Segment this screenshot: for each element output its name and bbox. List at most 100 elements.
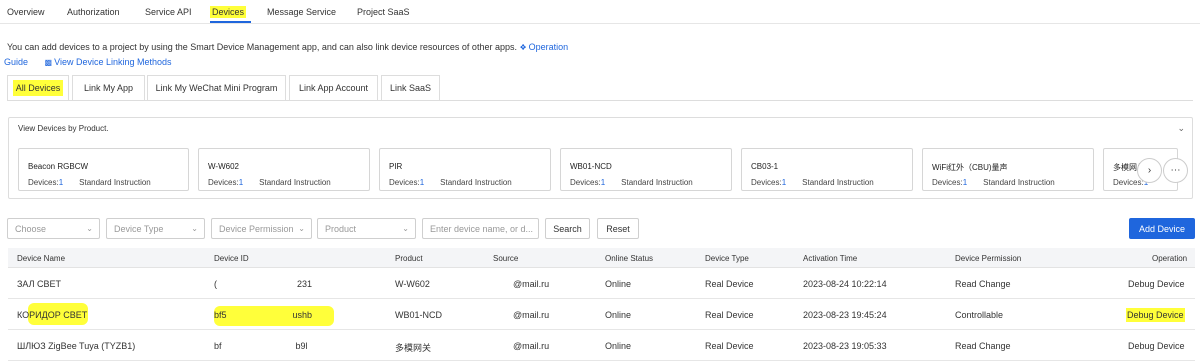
nav-overview[interactable]: Overview (7, 7, 45, 17)
source: @mail.ru (513, 310, 550, 320)
products-title: View Devices by Product. (18, 124, 109, 133)
online-status: Online (605, 341, 632, 351)
chevron-down-icon: ⌄ (86, 224, 93, 233)
col-source: Source (493, 254, 519, 263)
device-count: 1 (962, 178, 968, 187)
tab-all-devices[interactable]: All Devices (7, 75, 69, 100)
product-name: Beacon RGBCW (28, 162, 89, 171)
device-id-start: bf (214, 341, 222, 351)
device-id-start: bf5 (214, 310, 227, 320)
nav-message-service[interactable]: Message Service (267, 7, 336, 17)
device-permission: Read (955, 341, 977, 351)
col-activation-time: Activation Time (803, 254, 858, 263)
debug-device-link[interactable]: Debug Device (1128, 279, 1185, 289)
product-name: WB01-NCD (395, 310, 443, 320)
device-type: Real Device (705, 279, 754, 289)
tab-link-my-app[interactable]: Link My App (72, 75, 145, 100)
instruction-type: Standard Instruction (440, 178, 512, 187)
device-type-select[interactable]: Device Type ⌄ (106, 218, 205, 239)
top-nav: Overview Authorization Service API Devic… (0, 0, 1200, 24)
devices-prefix: Devices: (751, 178, 782, 187)
chevron-down-icon: ⌄ (191, 224, 198, 233)
nav-service-api[interactable]: Service API (145, 7, 192, 17)
device-count: 1 (419, 178, 425, 187)
next-products-button[interactable]: › (1137, 158, 1162, 183)
chevron-right-icon: › (1147, 165, 1152, 176)
device-count: 1 (781, 178, 787, 187)
product-card[interactable]: PIR Devices:1 Standard Instruction (379, 148, 551, 191)
devices-prefix: Devices: (1113, 178, 1144, 187)
device-name: ШЛЮЗ ZigBee Tuya (TYZB1) (17, 341, 136, 351)
choose-select[interactable]: Choose ⌄ (7, 218, 100, 239)
product-name: 多模网关 (395, 343, 432, 353)
device-permission-label: Device Permission (219, 223, 294, 234)
device-id-end: 231 (297, 279, 313, 289)
active-tab-indicator (210, 21, 251, 23)
nav-project-saas[interactable]: Project SaaS (357, 7, 410, 17)
instruction-type: Standard Instruction (79, 178, 151, 187)
chevron-down-icon: ⌄ (298, 224, 305, 233)
col-device-id: Device ID (214, 254, 249, 263)
product-meta: Devices:1 Standard Instruction (389, 178, 512, 187)
add-device-button[interactable]: Add Device (1129, 218, 1195, 239)
product-card[interactable]: CB03-1 Devices:1 Standard Instruction (741, 148, 913, 191)
device-count: 1 (58, 178, 64, 187)
product-meta: Devices:1 Standard Instruction (932, 178, 1055, 187)
device-id: (231 (214, 279, 312, 289)
device-count: 1 (600, 178, 606, 187)
instruction-type: Standard Instruction (621, 178, 693, 187)
search-button[interactable]: Search (545, 218, 590, 239)
debug-device-link[interactable]: Debug Device (1126, 308, 1185, 322)
col-operation: Operation (1152, 254, 1188, 263)
activation-time: 2023-08-23 19:45:24 (803, 310, 887, 320)
online-status: Online (605, 279, 632, 289)
reset-button[interactable]: Reset (597, 218, 639, 239)
tab-link-wechat[interactable]: Link My WeChat Mini Program (147, 75, 286, 100)
device-type-label: Device Type (114, 223, 164, 234)
product-card[interactable]: WB01-NCD Devices:1 Standard Instruction (560, 148, 732, 191)
nav-authorization[interactable]: Authorization (67, 7, 120, 17)
product-card[interactable]: Beacon RGBCW Devices:1 Standard Instructi… (18, 148, 189, 191)
product-select[interactable]: Product ⌄ (317, 218, 416, 239)
device-permission: Read (955, 279, 977, 289)
product-name: W-W602 (208, 162, 239, 171)
col-device-type: Device Type (705, 254, 749, 263)
source: @mail.ru (513, 341, 550, 351)
device-permission-select[interactable]: Device Permission ⌄ (211, 218, 312, 239)
search-input[interactable]: Enter device name, or d... (422, 218, 539, 239)
tab-link-saas[interactable]: Link SaaS (381, 75, 440, 100)
product-card[interactable]: WiFi红外（CBU)量声 Devices:1 Standard Instruct… (922, 148, 1094, 191)
device-id-start: ( (214, 279, 217, 289)
change-permission-link[interactable]: Change (979, 341, 1011, 351)
tab-all-devices-label: All Devices (12, 80, 64, 96)
guide-label: Guide (4, 57, 29, 67)
info-text: You can add devices to a project by usin… (4, 40, 587, 70)
device-id-end: b9l (295, 341, 308, 351)
change-permission-link[interactable]: Change (979, 279, 1011, 289)
device-name: ЗАЛ СВЕТ (17, 279, 62, 289)
instruction-type: Standard Instruction (259, 178, 331, 187)
tab-divider (7, 100, 1193, 101)
product-name: PIR (389, 162, 403, 171)
filter-bar: Choose ⌄ Device Type ⌄ Device Permission ⌄ … (0, 218, 1200, 240)
activation-time: 2023-08-23 19:05:33 (803, 341, 887, 351)
nav-devices[interactable]: Devices (210, 6, 247, 18)
chevron-down-icon: ⌄ (402, 224, 409, 233)
debug-device-link[interactable]: Debug Device (1128, 341, 1185, 351)
product-card[interactable]: W-W602 Devices:1 Standard Instruction (198, 148, 370, 191)
table-header: Device Name Device ID Product Source Onl… (8, 248, 1195, 268)
col-product: Product (395, 254, 423, 263)
chevron-down-icon[interactable]: ⌄ (1177, 123, 1185, 134)
debug-device-label: Debug Device (1126, 308, 1185, 322)
product-meta: Devices:1 Standard Instruction (28, 178, 151, 187)
more-products-button[interactable]: ⋯ (1163, 158, 1188, 183)
device-name: КОРИДОР СВЕТ (17, 310, 88, 320)
device-count: 1 (238, 178, 244, 187)
device-id: bf5 ushb (214, 310, 312, 320)
devices-prefix: Devices: (28, 178, 59, 187)
view-linking-methods-link[interactable]: ▩ View Device Linking Methods (45, 57, 172, 67)
devices-prefix: Devices: (208, 178, 239, 187)
choose-label: Choose (15, 223, 47, 234)
product-meta: Devices:1 Standard Instruction (208, 178, 331, 187)
tab-link-app-account[interactable]: Link App Account (289, 75, 378, 100)
